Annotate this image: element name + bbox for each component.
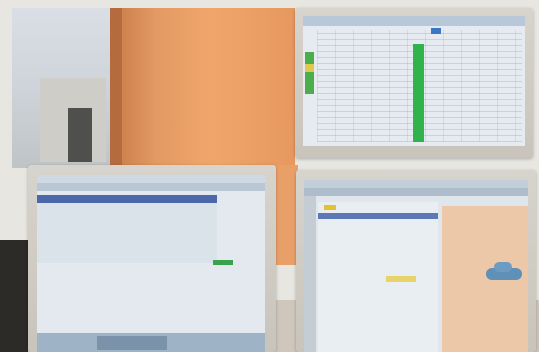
highlight-yellow [324, 205, 336, 210]
toolbar [37, 183, 265, 191]
table-header [37, 195, 217, 203]
status-indicator-green [213, 260, 233, 265]
dark-doorway [68, 108, 92, 162]
monitor-bottom-left [28, 165, 276, 352]
side-panel [304, 196, 316, 352]
selected-cell [431, 28, 441, 34]
partition-edge [110, 8, 122, 170]
status-strip-green [305, 52, 314, 94]
selected-row [318, 213, 438, 219]
dark-object-left [0, 240, 28, 352]
map-shape-top [494, 262, 512, 272]
form-panel [318, 202, 438, 352]
title-bar [304, 180, 528, 188]
monitor-top-right-screen [303, 16, 525, 146]
title-bar [303, 16, 525, 26]
highlight-field [386, 276, 416, 282]
monitor-bottom-right [296, 170, 536, 352]
monitor-top-right [295, 8, 533, 158]
title-bar [37, 175, 265, 183]
taskbar-buttons [97, 336, 167, 350]
data-table [37, 203, 217, 263]
photo-scene [0, 0, 539, 352]
highlighted-column-green [413, 44, 424, 142]
orange-partition [110, 8, 295, 170]
toolbar [304, 188, 528, 196]
monitor-bottom-right-screen [304, 180, 528, 352]
status-strip-yellow [305, 64, 314, 72]
monitor-bottom-left-screen [37, 175, 265, 352]
